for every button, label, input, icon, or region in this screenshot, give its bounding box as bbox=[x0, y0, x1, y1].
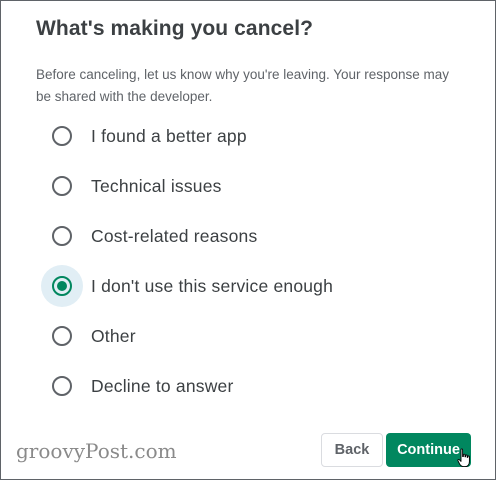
option-cost-related[interactable]: Cost-related reasons bbox=[41, 214, 461, 258]
back-button[interactable]: Back bbox=[321, 433, 383, 467]
radio-button[interactable] bbox=[41, 215, 83, 257]
dialog-title: What's making you cancel? bbox=[36, 17, 314, 40]
watermark: groovyPost.com bbox=[16, 439, 177, 463]
radio-button[interactable] bbox=[41, 315, 83, 357]
hand-pointer-icon bbox=[457, 448, 470, 468]
option-better-app[interactable]: I found a better app bbox=[41, 114, 461, 158]
option-other[interactable]: Other bbox=[41, 314, 461, 358]
option-label: Cost-related reasons bbox=[91, 225, 258, 246]
cancel-reason-dialog: What's making you cancel? Before canceli… bbox=[0, 0, 496, 480]
dialog-description: Before canceling, let us know why you're… bbox=[36, 67, 450, 104]
radio-button[interactable] bbox=[41, 265, 83, 307]
option-decline[interactable]: Decline to answer bbox=[41, 364, 461, 408]
option-label: Technical issues bbox=[91, 175, 222, 196]
option-label: I don't use this service enough bbox=[91, 275, 334, 296]
option-label: Other bbox=[91, 325, 136, 346]
option-label: Decline to answer bbox=[91, 375, 234, 396]
radio-button[interactable] bbox=[41, 115, 83, 157]
option-technical-issues[interactable]: Technical issues bbox=[41, 164, 461, 208]
radio-button[interactable] bbox=[41, 365, 83, 407]
option-label: I found a better app bbox=[91, 125, 247, 146]
option-dont-use-enough[interactable]: I don't use this service enough bbox=[41, 264, 461, 308]
radio-button[interactable] bbox=[41, 165, 83, 207]
